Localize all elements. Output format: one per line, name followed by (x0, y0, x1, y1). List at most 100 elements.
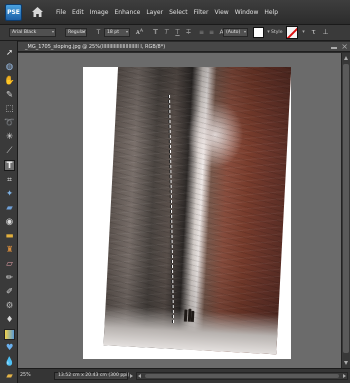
blur-tool[interactable]: 💧 (4, 357, 15, 368)
scroll-left-icon[interactable] (138, 374, 141, 378)
status-menu-arrow-icon[interactable] (130, 374, 133, 378)
style-dropdown-button[interactable]: ▾ (299, 28, 308, 37)
scroll-up-icon[interactable] (344, 56, 348, 60)
menu-bar: PSE File Edit Image Enhance Layer Select… (0, 0, 350, 25)
marquee-icon: ⬚ (5, 104, 14, 114)
pencil-icon: ✏ (5, 273, 14, 283)
smart-brush-tool[interactable]: ⚙ (4, 301, 15, 312)
text-orientation-icon: ⊥ (322, 28, 329, 36)
zoom-tool[interactable]: ◍ (4, 62, 15, 73)
chevron-down-icon: ▾ (267, 29, 270, 35)
menu-select[interactable]: Select (169, 9, 188, 16)
cookie-cutter-tool[interactable]: ✦ (4, 189, 15, 200)
strikethrough-button[interactable]: T (184, 28, 193, 37)
menu-filter[interactable]: Filter (194, 9, 209, 16)
red-eye-tool[interactable]: ◉ (4, 217, 15, 228)
lasso-tool[interactable]: ➰ (4, 118, 15, 129)
align-left-icon: ≡ (198, 29, 205, 36)
straighten-icon: ▰ (6, 203, 13, 213)
menu-help[interactable]: Help (264, 9, 278, 16)
document-size-info[interactable]: 13.52 cm x 20.43 cm (300 ppi) (54, 372, 129, 380)
menu-edit[interactable]: Edit (72, 9, 84, 16)
faux-bold-button[interactable]: T (151, 28, 160, 37)
crop-tool[interactable]: ⌗ (4, 175, 15, 186)
vertical-scroll-thumb[interactable] (343, 64, 349, 353)
scroll-down-icon[interactable] (344, 361, 348, 365)
scroll-right-icon[interactable] (343, 374, 346, 378)
red-eye-icon: ◉ (5, 217, 14, 227)
chevron-down-icon (83, 31, 85, 33)
menu-image[interactable]: Image (90, 9, 109, 16)
eyedropper-tool[interactable]: ✎ (4, 90, 15, 101)
zoom-level[interactable]: 25% (20, 372, 46, 380)
font-family-select[interactable]: Arial Black (9, 28, 56, 37)
eraser-tool[interactable]: ▱ (4, 259, 15, 270)
hikers-figures (183, 307, 195, 322)
app-logo: PSE (5, 4, 22, 21)
pencil-tool[interactable]: ✏ (4, 273, 15, 284)
document-canvas[interactable] (83, 67, 291, 359)
font-size-value: 18 pt (107, 30, 120, 35)
align-left-button[interactable]: ≡ (197, 28, 206, 37)
vertical-scrollbar[interactable] (341, 53, 350, 368)
magic-wand-icon: ✳ (5, 132, 14, 142)
rectangular-marquee-tool[interactable]: ⬚ (4, 104, 15, 115)
brush-icon: ✐ (5, 287, 14, 297)
lasso-icon: ➰ (4, 118, 15, 128)
chevron-down-icon (244, 31, 246, 33)
warp-text-icon: ꚍ (311, 28, 316, 36)
text-orientation-button[interactable]: ⊥ (321, 28, 330, 37)
clone-stamp-tool[interactable]: ♜ (4, 245, 15, 256)
chevron-down-icon (52, 31, 54, 33)
chevron-down-icon: ▾ (302, 29, 305, 35)
minimize-button[interactable] (330, 43, 338, 50)
quick-selection-tool[interactable]: ⟋ (4, 146, 15, 157)
move-icon: ➚ (5, 48, 14, 58)
document-tab[interactable]: _MG_1705_sloping.jpg @ 25%(IIIIIIIIIIIII… (18, 42, 350, 52)
sponge-tool[interactable]: ▰ (4, 371, 15, 382)
anti-alias-button[interactable]: ᴀᴬ (135, 28, 144, 37)
font-size-select[interactable]: 18 pt (104, 28, 130, 37)
home-button[interactable] (30, 5, 45, 19)
font-style-select[interactable]: Regular (65, 28, 87, 37)
cookie-cutter-icon: ✦ (5, 189, 14, 199)
faux-italic-button[interactable]: T (162, 28, 171, 37)
hand-tool[interactable]: ✋ (4, 76, 15, 87)
brush-tool[interactable]: ✐ (4, 287, 15, 298)
leading-select[interactable]: (Auto) (223, 28, 248, 37)
align-center-button[interactable]: ≡ (207, 28, 216, 37)
horizontal-scrollbar[interactable] (136, 372, 348, 380)
menu-window[interactable]: Window (235, 9, 259, 16)
menu-layer[interactable]: Layer (146, 9, 163, 16)
chevron-down-icon (126, 31, 128, 33)
magic-wand-tool[interactable]: ✳ (4, 132, 15, 143)
menu-view[interactable]: View (214, 9, 228, 16)
style-picker[interactable] (286, 26, 298, 39)
heart-shape-icon: ♥ (5, 343, 14, 353)
underline-button[interactable]: T (173, 28, 182, 37)
leading-value: (Auto) (226, 30, 241, 35)
move-tool[interactable]: ➚ (4, 48, 15, 59)
horizontal-scroll-thumb[interactable] (145, 374, 339, 378)
bandage-icon: ▬ (5, 231, 14, 241)
bold-icon: T (153, 28, 158, 36)
gradient-tool[interactable] (4, 329, 15, 340)
zoom-icon: ◍ (5, 62, 14, 72)
hand-icon: ✋ (4, 76, 15, 86)
close-icon: × (341, 42, 348, 51)
document-title: _MG_1705_sloping.jpg @ 25%(IIIIIIIIIIIII… (25, 44, 166, 50)
spot-healing-tool[interactable]: ▬ (4, 231, 15, 242)
menu-enhance[interactable]: Enhance (114, 9, 140, 16)
canvas-area[interactable] (18, 53, 341, 368)
straighten-tool[interactable]: ▰ (4, 203, 15, 214)
paint-bucket-tool[interactable]: ♦ (4, 315, 15, 326)
custom-shape-tool[interactable]: ♥ (4, 343, 15, 354)
close-button[interactable]: × (341, 42, 348, 51)
warp-text-button[interactable]: ꚍ (309, 28, 318, 37)
text-color-swatch[interactable] (253, 27, 264, 38)
sponge-icon: ▰ (6, 371, 13, 381)
menu-file[interactable]: File (56, 9, 66, 16)
status-bar: 25% 13.52 cm x 20.43 cm (300 ppi) (18, 368, 350, 383)
type-tool[interactable]: T (4, 160, 15, 171)
smart-brush-icon: ⚙ (5, 301, 14, 311)
